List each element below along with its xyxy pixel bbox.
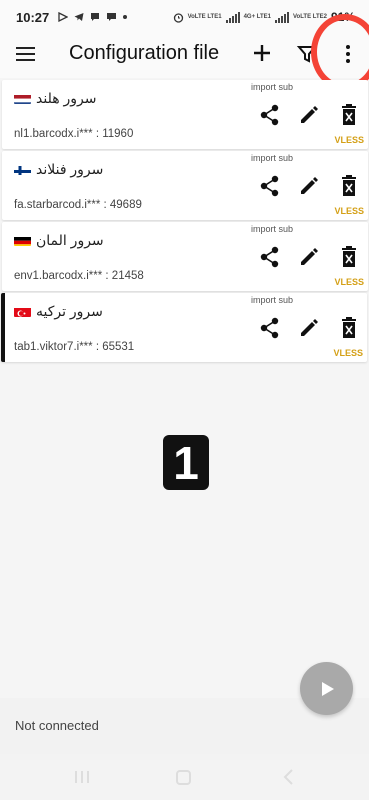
app-bar: Configuration file [0,34,369,78]
heart-message-icon [107,13,117,21]
server-address: tab1.viktor7.i*** : 65531 [14,341,135,353]
menu-icon-line [16,53,35,55]
battery-percent: 91% [330,10,355,24]
play-icon [321,681,334,696]
4g-lte-label: 4G+ LTE1 [243,14,271,20]
server-name: سرور المان [36,232,104,248]
menu-icon-line [16,59,35,61]
subscription-label: import sub [251,295,294,305]
page-title: Configuration file [69,42,220,64]
netherlands-flag-icon [14,93,31,104]
server-card[interactable]: import sub سرور هلند nl1.barcodx.i*** : … [2,80,368,149]
delete-icon[interactable] [341,175,357,197]
share-icon[interactable] [260,246,280,268]
message-icon [91,13,100,21]
volte-lte2-label: VoLTE LTE2 [292,14,327,20]
delete-icon[interactable] [341,246,357,268]
server-address: fa.starbarcod.i*** : 49689 [14,199,142,211]
signal-sim2-icon [274,11,289,23]
server-address: env1.barcodx.i*** : 21458 [14,270,144,282]
turkey-flag-icon [14,306,31,317]
recents-icon[interactable] [74,770,90,784]
subscription-label: import sub [251,82,294,92]
volte-lte1-label: VoLTE LTE1 [187,14,222,20]
protocol-label: VLESS [334,277,364,287]
protocol-label: VLESS [334,206,364,216]
protocol-label: VLESS [334,135,364,145]
menu-button[interactable] [16,44,38,66]
system-nav-bar [0,754,369,800]
share-icon[interactable] [260,104,280,126]
server-address: nl1.barcodx.i*** : 11960 [14,128,134,140]
delete-icon[interactable] [341,104,357,126]
delete-icon[interactable] [341,317,357,339]
step-number-badge: 1 [163,435,209,490]
server-card[interactable]: import sub سرور فنلاند fa.starbarcod.i**… [2,151,368,220]
server-name: سرور فنلاند [36,161,104,177]
edit-icon[interactable] [299,247,319,267]
finland-flag-icon [14,164,31,175]
protocol-label: VLESS [333,348,363,358]
server-name: سرور ترکیه [36,303,103,319]
alarm-icon [173,12,183,23]
edit-icon[interactable] [299,105,319,125]
menu-icon-line [16,47,35,49]
signal-sim1-icon [225,11,240,23]
notification-dot-icon [123,15,128,19]
connection-status: Not connected [15,718,99,733]
add-icon[interactable] [251,42,273,64]
status-time: 10:27 [16,9,50,25]
subscription-label: import sub [251,153,294,163]
status-bar: 10:27 VoLTE LTE1 4G+ LTE1 VoLTE LTE2 91% [0,0,369,34]
server-card-active[interactable]: import sub سرور ترکیه tab1.viktor7.i*** … [1,293,367,362]
germany-flag-icon [14,235,31,246]
home-icon[interactable] [176,770,191,785]
server-name: سرور هلند [36,90,97,106]
edit-icon[interactable] [299,176,319,196]
share-icon[interactable] [260,175,280,197]
more-vert-icon[interactable] [337,42,359,66]
back-icon[interactable] [282,769,294,785]
share-icon[interactable] [260,317,280,339]
play-store-icon [58,12,69,22]
connect-button[interactable] [300,662,353,715]
subscription-label: import sub [251,224,294,234]
filter-icon[interactable] [296,43,318,65]
server-card[interactable]: import sub سرور المان env1.barcodx.i*** … [2,222,368,291]
telegram-icon [74,13,84,21]
edit-icon[interactable] [299,318,319,338]
